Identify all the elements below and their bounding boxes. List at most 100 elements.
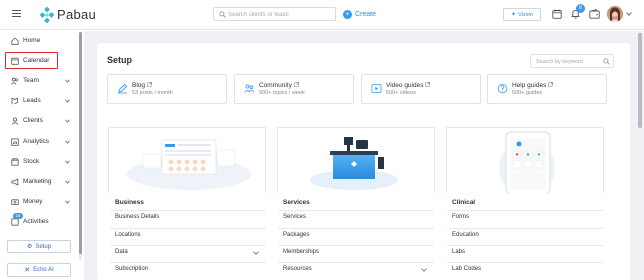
- clinical-illustration: [446, 127, 604, 193]
- sidebar-item-marketing[interactable]: Marketing: [0, 174, 78, 190]
- help-guides-card[interactable]: Help guides 500+ guides: [487, 74, 607, 104]
- video-guides-card[interactable]: Video guides 500+ videos: [361, 74, 481, 104]
- sidebar-item-stock[interactable]: Stock: [0, 154, 78, 170]
- calendar-highlight-box: [5, 52, 58, 69]
- services-illustration: [277, 127, 435, 193]
- clinical-title: Clinical: [452, 199, 476, 206]
- list-item-business-details[interactable]: Business Details: [110, 210, 266, 224]
- list-item-labs[interactable]: Labs: [447, 245, 603, 259]
- main-scrollbar[interactable]: [638, 33, 642, 280]
- list-item-label: Forms: [452, 214, 469, 220]
- business-dashboard-image: [127, 139, 251, 190]
- activities-icon: [11, 218, 19, 226]
- community-subtitle: 500+ topics / week: [259, 90, 305, 96]
- sparkle-icon: ✦: [511, 12, 517, 18]
- notification-badge: 6: [576, 4, 585, 13]
- chevron-down-icon[interactable]: [626, 12, 632, 16]
- list-item-label: Resources: [283, 266, 312, 272]
- echo-ai-button[interactable]: ✕ Echo AI: [7, 263, 71, 277]
- sidebar-item-activities[interactable]: Activities: [0, 214, 78, 230]
- setup-button[interactable]: ⚙ Setup: [7, 240, 71, 253]
- sidebar-item-home[interactable]: Home: [0, 33, 78, 49]
- plus-icon: +: [343, 9, 352, 19]
- gear-icon: ⚙: [26, 244, 33, 250]
- team-icon: [11, 77, 19, 85]
- list-item-education[interactable]: Education: [447, 228, 603, 242]
- create-button[interactable]: + Create: [343, 7, 376, 21]
- page-title: Setup: [107, 55, 133, 65]
- help-icon: [497, 83, 508, 94]
- help-guides-title-row: Help guides: [512, 82, 554, 89]
- pen-icon: [118, 83, 128, 94]
- leads-icon: [11, 97, 18, 105]
- client-search[interactable]: [213, 7, 336, 21]
- list-item-memberships[interactable]: Memberships: [278, 245, 434, 259]
- vision-button[interactable]: ✦ Vision: [503, 8, 541, 21]
- list-item-services[interactable]: Services: [278, 210, 434, 224]
- list-item-packages[interactable]: Packages: [278, 228, 434, 242]
- setup-label: Setup: [35, 243, 52, 250]
- sidebar-item-label: Team: [23, 77, 39, 84]
- video-guides-title-row: Video guides: [386, 82, 431, 89]
- sidebar-item-label: Marketing: [23, 178, 52, 185]
- reception-desk-image: [310, 137, 398, 190]
- business-illustration: [108, 127, 266, 193]
- list-item-data[interactable]: Data: [110, 245, 266, 259]
- echo-ai-icon: ✕: [24, 267, 31, 274]
- blog-title-row: Blog: [132, 82, 152, 89]
- community-icon: [244, 84, 255, 93]
- blog-title: Blog: [132, 82, 146, 89]
- vision-label: Vision: [518, 11, 533, 18]
- keyword-search-input[interactable]: [536, 56, 601, 67]
- menu-icon[interactable]: [12, 10, 21, 17]
- sidebar-item-leads[interactable]: Leads: [0, 93, 78, 109]
- main-scrollbar-thumb[interactable]: [638, 33, 642, 128]
- search-input[interactable]: [228, 9, 333, 20]
- list-item-label: Packages: [283, 232, 310, 238]
- list-item-subscription[interactable]: Subscription: [110, 262, 266, 276]
- list-item-forms[interactable]: Forms: [447, 210, 603, 224]
- chevron-down-icon: [421, 268, 427, 272]
- create-label: Create: [355, 10, 377, 18]
- list-item-lab-codes[interactable]: Lab Codes: [447, 262, 603, 276]
- sidebar-item-label: Clients: [23, 117, 43, 124]
- external-link-icon: [293, 82, 299, 87]
- sidebar-item-team[interactable]: Team: [0, 73, 78, 89]
- list-item-label: Services: [283, 214, 307, 220]
- chevron-down-icon: [65, 140, 70, 144]
- services-title: Services: [283, 199, 310, 206]
- sidebar-item-label: Stock: [23, 158, 40, 165]
- sidebar-scrollbar[interactable]: [79, 32, 82, 260]
- sidebar-item-money[interactable]: Money: [0, 194, 78, 210]
- chevron-down-icon: [65, 180, 70, 184]
- list-item-resources[interactable]: Resources: [278, 262, 434, 276]
- list-item-label: Memberships: [283, 249, 320, 255]
- wallet-icon[interactable]: [589, 9, 600, 19]
- sidebar-item-analytics[interactable]: Analytics: [0, 134, 78, 150]
- sidebar-item-clients[interactable]: Clients: [0, 113, 78, 129]
- avatar[interactable]: [607, 6, 623, 22]
- blog-card[interactable]: Blog 53 posts / month: [107, 74, 227, 104]
- help-guides-subtitle: 500+ guides: [512, 90, 543, 96]
- list-item-locations[interactable]: Locations: [110, 228, 266, 242]
- sidebar-item-label: Money: [23, 198, 43, 205]
- video-icon: [371, 84, 382, 93]
- sidebar-item-label: Leads: [23, 97, 41, 104]
- help-guides-title: Help guides: [512, 82, 547, 89]
- external-link-icon: [147, 82, 152, 87]
- video-guides-title: Video guides: [386, 82, 424, 89]
- top-bar: Pabau + Create ✦ Vision 6: [0, 0, 644, 30]
- clients-icon: [11, 117, 19, 125]
- sidebar-scrollbar-thumb[interactable]: [79, 32, 82, 254]
- list-item-label: Data: [115, 249, 128, 255]
- stock-icon: [11, 158, 19, 166]
- analytics-icon: [11, 138, 19, 146]
- chevron-down-icon: [65, 200, 70, 204]
- keyword-search[interactable]: [530, 54, 614, 68]
- list-item-label: Business Details: [115, 214, 160, 220]
- external-link-icon: [425, 82, 431, 87]
- calendar-icon[interactable]: [552, 9, 562, 19]
- community-card[interactable]: Community 500+ topics / week: [234, 74, 354, 104]
- avatar-image-icon: [607, 6, 623, 22]
- list-item-label: Locations: [115, 232, 141, 238]
